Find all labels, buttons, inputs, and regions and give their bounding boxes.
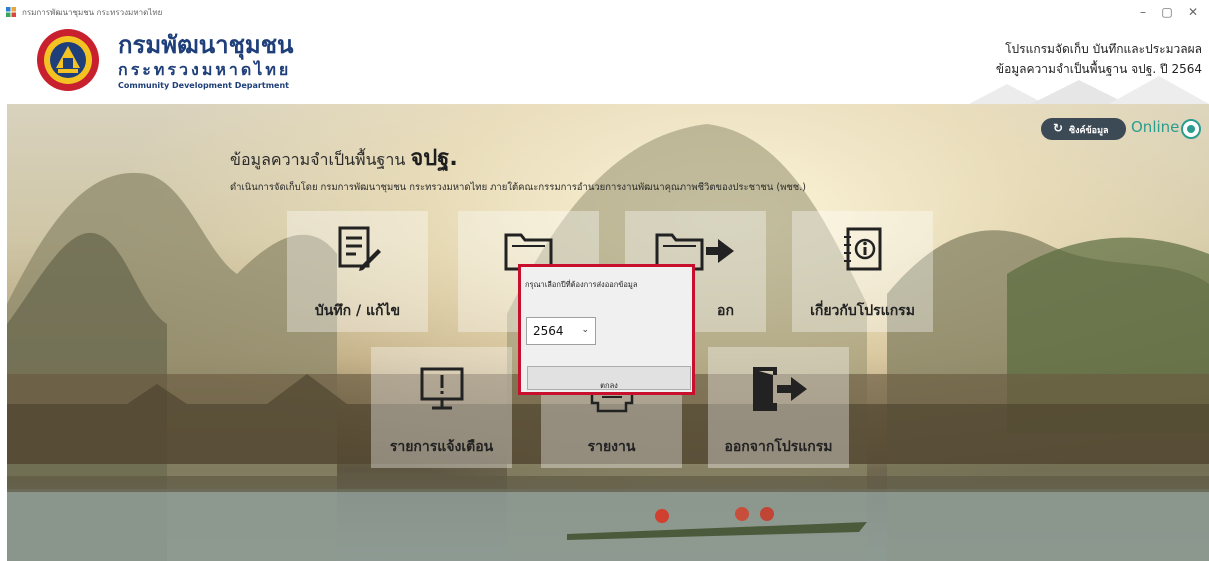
hero-title: ข้อมูลความจำเป็นพื้นฐาน จปฐ. bbox=[230, 140, 458, 175]
year-select[interactable]: 2564 ⌄ bbox=[526, 317, 596, 345]
online-status-label: Online bbox=[1131, 118, 1180, 136]
tile-alerts[interactable]: รายการแจ้งเตือน bbox=[371, 347, 512, 468]
tile-alerts-label: รายการแจ้งเตือน bbox=[389, 439, 494, 455]
roof-decoration bbox=[969, 76, 1209, 104]
hero-subtitle: ดำเนินการจัดเก็บโดย กรมการพัฒนาชุมชน กระ… bbox=[230, 182, 806, 193]
tile-report-label: รายงาน bbox=[587, 439, 636, 455]
export-year-dialog: กรุณาเลือกปีที่ต้องการส่งออกข้อมูล 2564 … bbox=[518, 264, 695, 395]
program-title-line1: โปรแกรมจัดเก็บ บันทึกและประมวลผล bbox=[1005, 42, 1202, 56]
chevron-down-icon: ⌄ bbox=[581, 325, 589, 335]
exit-door-icon bbox=[752, 367, 807, 411]
tile-edit[interactable]: บันทึก / แก้ไข bbox=[287, 211, 428, 332]
hero-title-prefix: ข้อมูลความจำเป็นพื้นฐาน bbox=[230, 150, 406, 169]
tile-about-label: เกี่ยวกับโปรแกรม bbox=[810, 303, 915, 319]
department-name-en: Community Development Department bbox=[118, 81, 289, 90]
ministry-name: กระทรวงมหาดไทย bbox=[118, 60, 292, 79]
tile-edit-label: บันทึก / แก้ไข bbox=[314, 303, 401, 319]
tile-exit[interactable]: ออกจากโปรแกรม bbox=[708, 347, 849, 468]
sync-button[interactable]: ↻ ซิงค์ข้อมูล bbox=[1041, 118, 1126, 140]
tile-about[interactable]: เกี่ยวกับโปรแกรม bbox=[792, 211, 933, 332]
department-logo bbox=[37, 29, 99, 91]
dialog-prompt: กรุณาเลือกปีที่ต้องการส่งออกข้อมูล bbox=[525, 280, 638, 289]
close-icon[interactable]: ✕ bbox=[1178, 3, 1208, 21]
window-title: กรมการพัฒนาชุมชน กระทรวงมหาดไทย bbox=[22, 8, 163, 17]
app-header: กรมพัฒนาชุมชน กระทรวงมหาดไทย Community D… bbox=[0, 24, 1209, 104]
sync-label: ซิงค์ข้อมูล bbox=[1069, 126, 1109, 136]
app-icon bbox=[6, 7, 16, 17]
edit-document-icon bbox=[338, 226, 381, 271]
monitor-alert-icon bbox=[420, 367, 463, 410]
info-notebook-icon bbox=[843, 227, 881, 271]
ok-button-label: ตกลง bbox=[600, 381, 618, 390]
hero-title-strong: จปฐ. bbox=[410, 146, 458, 171]
year-select-value: 2564 bbox=[533, 324, 564, 338]
tile-exit-label: ออกจากโปรแกรม bbox=[724, 439, 833, 455]
online-indicator-icon bbox=[1181, 119, 1201, 139]
refresh-icon: ↻ bbox=[1053, 121, 1064, 135]
window-titlebar: กรมการพัฒนาชุมชน กระทรวงมหาดไทย – ▢ ✕ bbox=[0, 0, 1209, 24]
ok-button[interactable]: ตกลง bbox=[527, 366, 691, 390]
